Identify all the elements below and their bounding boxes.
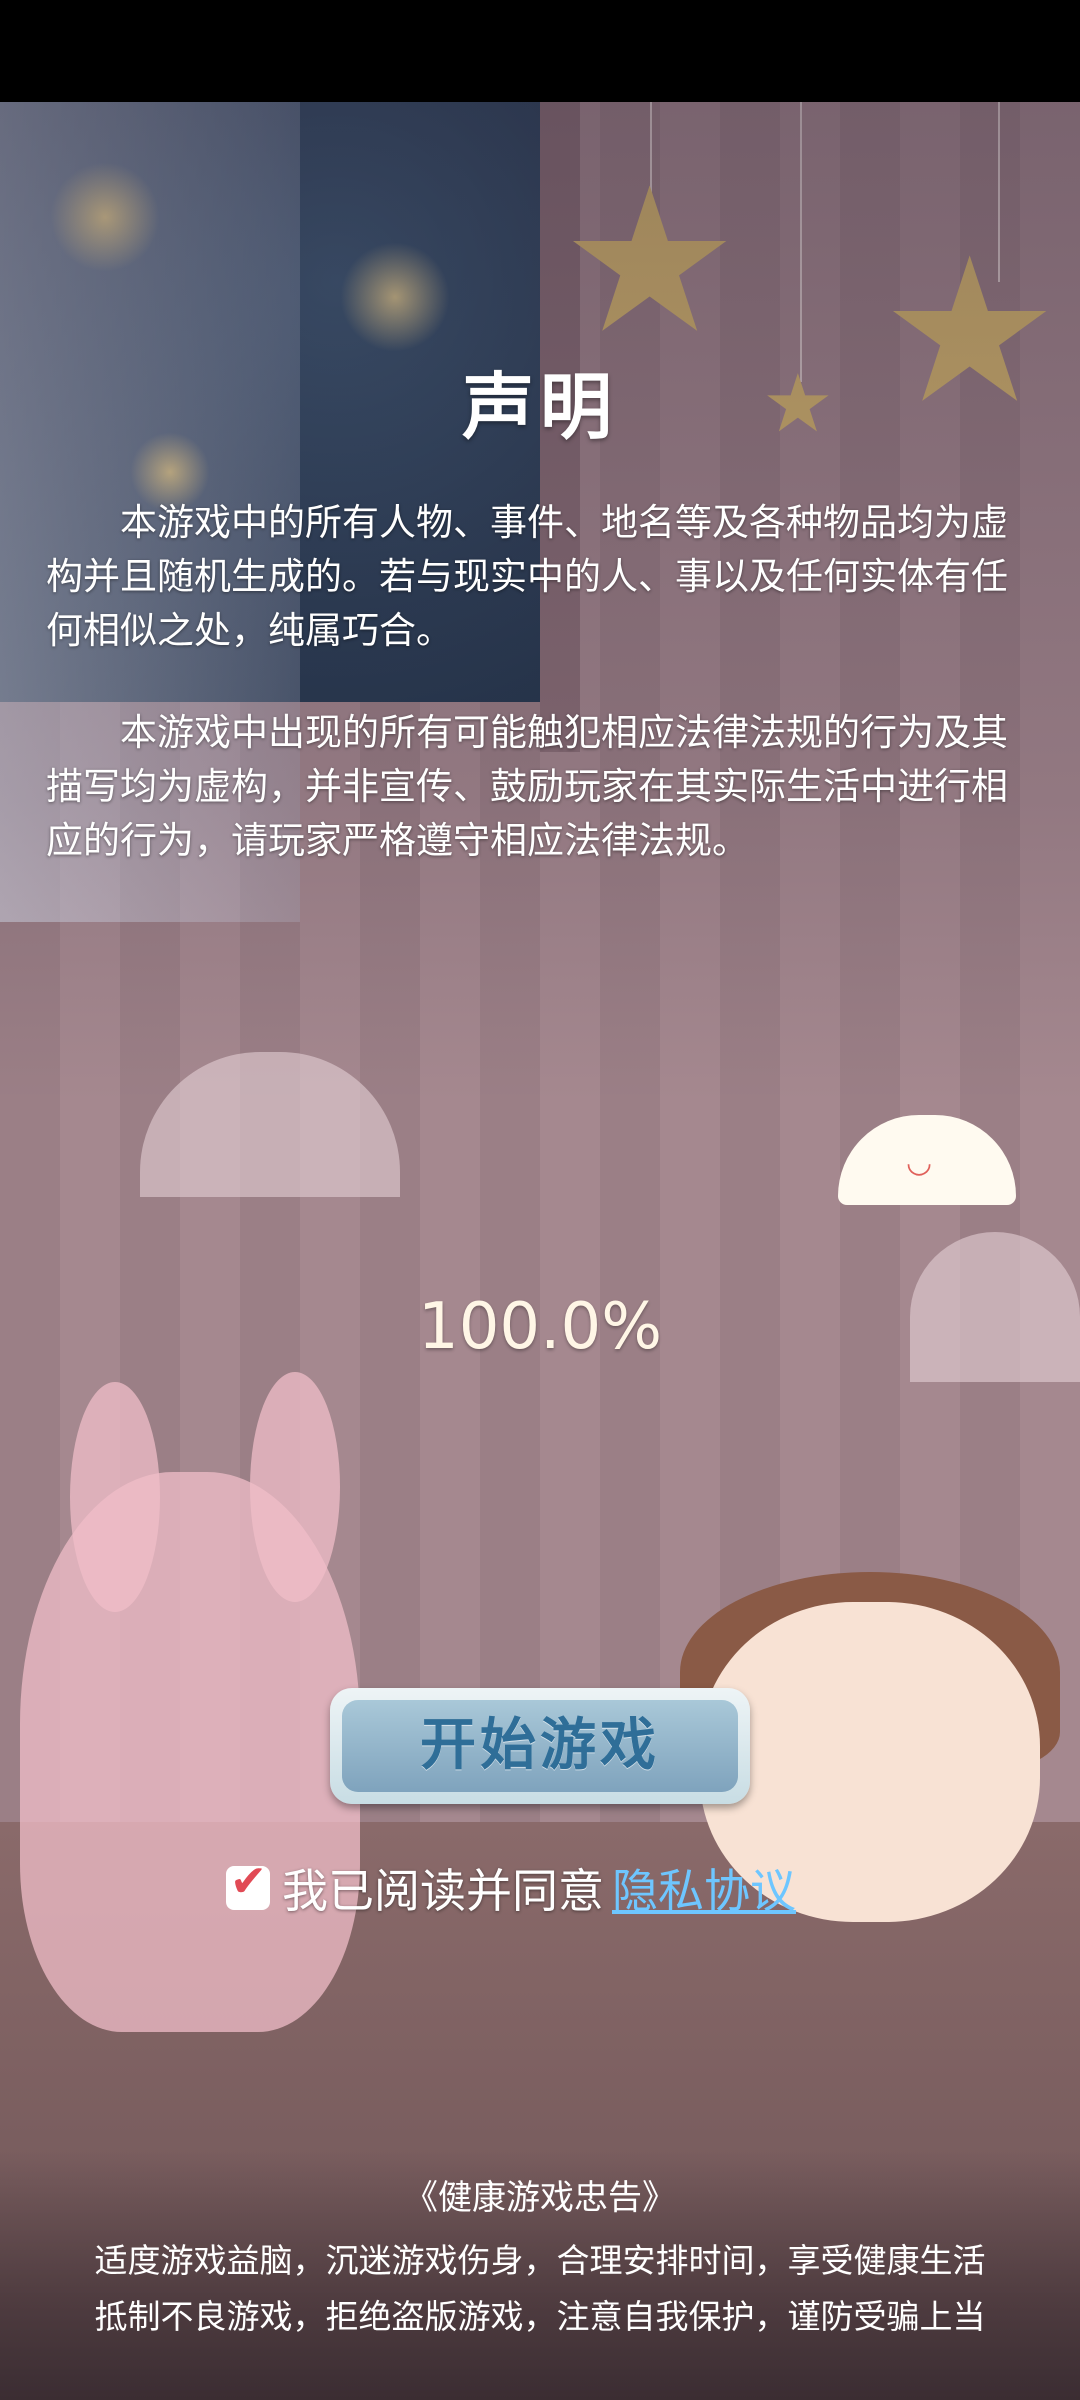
start-game-label: 开始游戏 (420, 1713, 660, 1778)
mascot-face: ◡ (906, 1145, 933, 1180)
privacy-policy-link[interactable]: 隐私协议 (612, 1855, 796, 1921)
start-game-button[interactable]: 开始游戏 (330, 1688, 750, 1804)
declaration-paragraph: 本游戏中的所有人物、事件、地名等及各种物品均为虚构并且随机生成的。若与现实中的人… (46, 501, 1008, 652)
agreement-text: 我已阅读并同意 (282, 1864, 604, 1918)
health-advice-title: 《健康游戏忠告》 (404, 2178, 676, 2218)
status-bar (0, 0, 1080, 102)
check-icon: ✔ (230, 1856, 267, 1907)
declaration-title: 声明 (461, 365, 618, 449)
agreement-checkbox[interactable]: ✔ (226, 1860, 270, 1910)
health-advice-line: 适度游戏益脑，沉迷游戏伤身，合理安排时间，享受健康生活 (94, 2241, 986, 2280)
cloud-mascot-icon: ◡ (838, 1095, 1016, 1205)
health-advice-line: 抵制不良游戏，拒绝盗版游戏，注意自我保护，谨防受骗上当 (94, 2297, 986, 2336)
agreement-row: ✔ 我已阅读并同意 隐私协议 (226, 1856, 796, 1920)
loading-progress: 100.0% (417, 1290, 663, 1364)
plush-bunny (20, 1472, 360, 2032)
declaration-paragraph: 本游戏中出现的所有可能触犯相应法律法规的行为及其描写均为虚构，并非宣传、鼓励玩家… (46, 711, 1008, 862)
